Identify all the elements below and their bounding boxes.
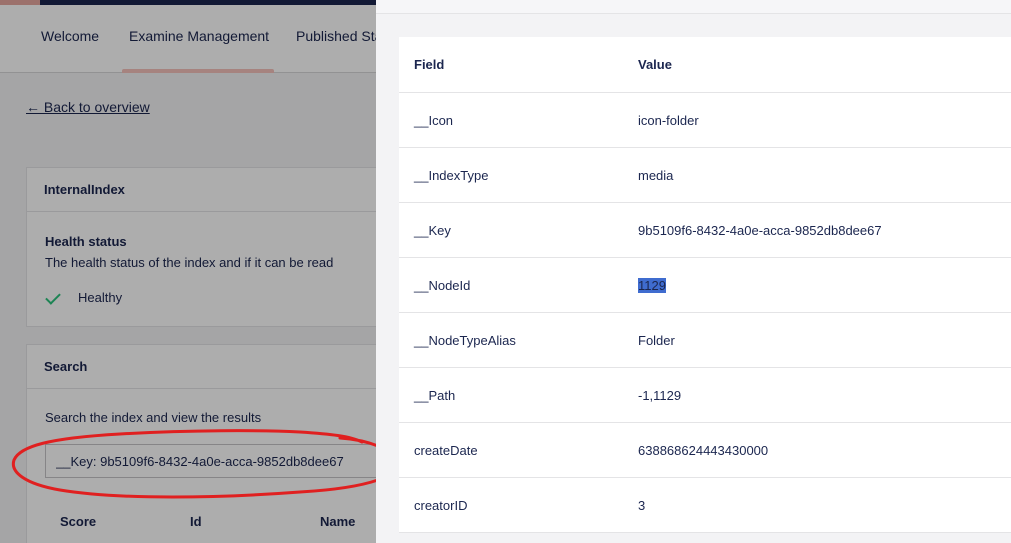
table-row: __IndexType media xyxy=(399,148,1011,203)
field-name: __Icon xyxy=(414,113,454,128)
panel-header xyxy=(376,0,1011,14)
field-name: createDate xyxy=(414,443,478,458)
table-row: __Key 9b5109f6-8432-4a0e-acca-9852db8dee… xyxy=(399,203,1011,258)
field-value: media xyxy=(638,168,674,183)
table-row: __NodeId 1129 xyxy=(399,258,1011,313)
field-value-selected: 1129 xyxy=(638,278,666,293)
field-name: creatorID xyxy=(414,498,468,513)
field-name: __Key xyxy=(414,223,451,238)
field-column-header: Field xyxy=(414,57,445,72)
field-value: 9b5109f6-8432-4a0e-acca-9852db8dee67 xyxy=(638,223,882,238)
table-row: __Path -1,1129 xyxy=(399,368,1011,423)
table-header-row: Field Value xyxy=(399,37,1011,93)
fields-table: Field Value __Icon icon-folder __IndexTy… xyxy=(399,37,1011,533)
field-name: __NodeTypeAlias xyxy=(414,333,516,348)
field-value: -1,1129 xyxy=(638,388,682,403)
value-column-header: Value xyxy=(638,57,672,72)
modal-backdrop[interactable] xyxy=(0,0,376,543)
field-value: 3 xyxy=(638,498,646,513)
document-details-panel: Field Value __Icon icon-folder __IndexTy… xyxy=(376,0,1011,543)
table-row: __NodeTypeAlias Folder xyxy=(399,313,1011,368)
field-value: 638868624443430000 xyxy=(638,443,769,458)
field-name: __NodeId xyxy=(414,278,471,293)
field-value: icon-folder xyxy=(638,113,699,128)
table-row: __Icon icon-folder xyxy=(399,93,1011,148)
table-row: creatorID 3 xyxy=(399,478,1011,533)
field-name: __IndexType xyxy=(414,168,489,183)
field-value: Folder xyxy=(638,333,675,348)
table-row: createDate 638868624443430000 xyxy=(399,423,1011,478)
field-name: __Path xyxy=(414,388,456,403)
